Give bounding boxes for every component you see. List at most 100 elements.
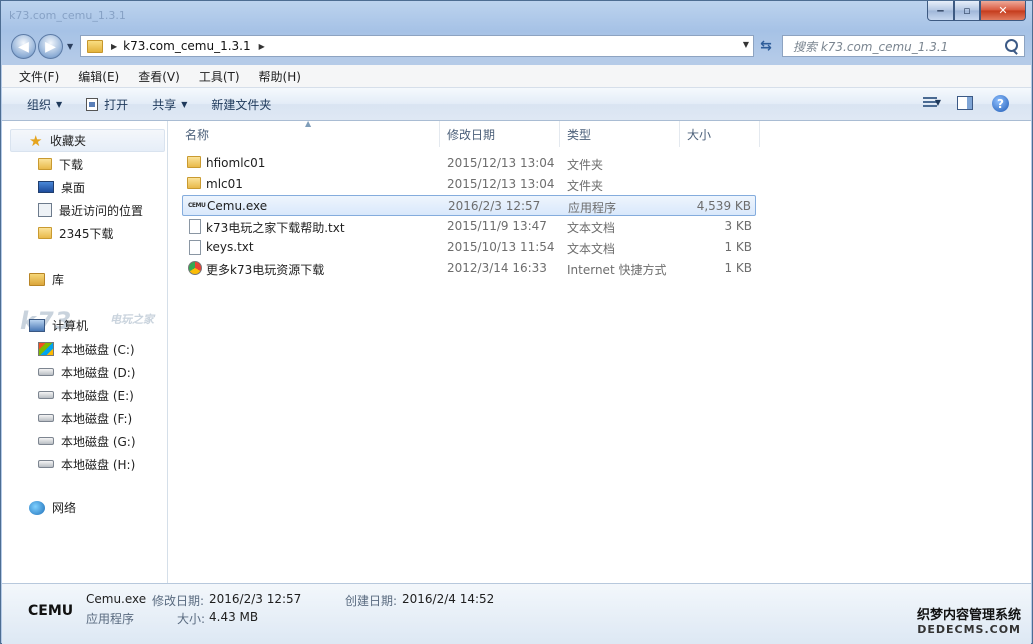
file-row[interactable]: k73电玩之家下载帮助.txt 2015/11/9 13:47 文本文档 3 K… xyxy=(182,216,756,237)
file-date: 2015/10/13 11:54 xyxy=(447,240,555,254)
file-type: 应用程序 xyxy=(568,201,617,215)
column-header-name[interactable]: 名称 xyxy=(178,121,440,147)
system-drive-icon xyxy=(38,342,54,356)
nav-item-downloads[interactable]: 下载 xyxy=(38,154,83,174)
cemu-logo-icon: CEMU xyxy=(28,603,74,619)
menu-tools[interactable]: 工具(T) xyxy=(185,68,245,85)
libraries-label: 库 xyxy=(52,273,65,287)
column-header-size[interactable]: 大小 xyxy=(680,121,760,147)
cemu-exe-icon: CEMU xyxy=(188,202,206,209)
recent-places-icon xyxy=(38,203,52,217)
search-input[interactable] xyxy=(791,39,995,55)
breadcrumb-current[interactable]: k73.com_cemu_1.3.1 xyxy=(123,39,250,53)
menu-bar: 文件(F) 编辑(E) 查看(V) 工具(T) 帮助(H) xyxy=(2,65,1031,88)
library-icon xyxy=(29,273,45,286)
file-name: hfiomlc01 xyxy=(206,156,266,170)
folder-icon xyxy=(187,177,201,189)
menu-help[interactable]: 帮助(H) xyxy=(245,68,306,85)
hard-drive-icon xyxy=(38,368,54,376)
column-header-type[interactable]: 类型 xyxy=(560,121,680,147)
folder-icon xyxy=(187,156,201,168)
new-folder-button[interactable]: 新建文件夹 xyxy=(211,96,271,113)
organize-label: 组织 xyxy=(27,97,52,112)
view-options-caret-icon[interactable]: ▼ xyxy=(935,98,941,107)
forward-button[interactable]: ▶ xyxy=(38,34,63,59)
breadcrumb-separator-icon[interactable]: ▶ xyxy=(111,42,117,51)
file-row-selected[interactable]: CEMU Cemu.exe 2016/2/3 12:57 应用程序 4,539 … xyxy=(182,195,756,216)
nav-item-desktop[interactable]: 桌面 xyxy=(38,177,85,197)
menu-edit[interactable]: 编辑(E) xyxy=(64,68,124,85)
network-icon xyxy=(29,500,45,515)
file-name: Cemu.exe xyxy=(207,199,268,213)
nav-item-drive-d[interactable]: 本地磁盘 (D:) xyxy=(38,362,135,382)
nav-item-drive-f[interactable]: 本地磁盘 (F:) xyxy=(38,408,132,428)
menu-view[interactable]: 查看(V) xyxy=(124,68,185,85)
nav-item-label: 本地磁盘 (G:) xyxy=(61,434,136,449)
caption-buttons: ‒ ▫ ✕ xyxy=(927,1,1026,21)
file-row[interactable]: mlc01 2015/12/13 13:04 文件夹 xyxy=(182,174,756,195)
caret-down-icon: ▼ xyxy=(56,99,63,109)
refresh-button[interactable]: ⇆ xyxy=(755,36,777,56)
dedecms-watermark-line2: DEDECMS.COM xyxy=(917,623,1021,636)
nav-item-label: 本地磁盘 (D:) xyxy=(61,365,136,380)
column-headers: ▲ 名称 修改日期 类型 大小 xyxy=(168,119,1031,147)
favorites-header[interactable]: ★ 收藏夹 xyxy=(10,129,165,152)
file-date: 2015/12/13 13:04 xyxy=(447,177,555,191)
folder-icon xyxy=(38,227,52,239)
details-pane: CEMU Cemu.exe 修改日期: 2016/2/3 12:57 创建日期:… xyxy=(2,583,1031,644)
file-row[interactable]: 更多k73电玩资源下载 2012/3/14 16:33 Internet 快捷方… xyxy=(182,258,756,279)
recent-pages-dropdown[interactable]: ▼ xyxy=(67,42,73,51)
file-row[interactable]: keys.txt 2015/10/13 11:54 文本文档 1 KB xyxy=(182,237,756,258)
dedecms-watermark: 织梦内容管理系统 DEDECMS.COM xyxy=(917,609,1021,637)
hard-drive-icon xyxy=(38,460,54,468)
text-file-icon xyxy=(189,219,201,234)
arrow-right-icon: ▶ xyxy=(45,38,56,55)
column-header-date[interactable]: 修改日期 xyxy=(440,121,560,147)
nav-item-2345-downloads[interactable]: 2345下载 xyxy=(38,223,114,243)
menu-file[interactable]: 文件(F) xyxy=(2,68,64,85)
nav-item-libraries[interactable]: 库 xyxy=(29,271,64,288)
k73-watermark-tagline: 电玩之家 xyxy=(110,313,154,326)
nav-item-label: 2345下载 xyxy=(59,226,114,241)
nav-item-label: 本地磁盘 (H:) xyxy=(61,457,136,472)
hard-drive-icon xyxy=(38,391,54,399)
search-icon[interactable] xyxy=(1005,39,1018,52)
minimize-button[interactable]: ‒ xyxy=(927,1,954,21)
address-bar[interactable]: ▶ k73.com_cemu_1.3.1 ▶ ▼ xyxy=(80,35,754,57)
help-icon[interactable]: ? xyxy=(992,95,1009,112)
preview-pane-icon[interactable] xyxy=(957,96,973,110)
close-button[interactable]: ✕ xyxy=(980,1,1026,21)
column-date-label: 修改日期 xyxy=(447,127,496,142)
file-size: 3 KB xyxy=(724,219,752,233)
nav-item-computer[interactable]: 计算机 xyxy=(29,317,88,334)
search-box[interactable] xyxy=(782,35,1025,57)
open-button[interactable]: 打开 xyxy=(86,96,128,113)
navigation-row: ◀ ▶ ▼ ▶ k73.com_cemu_1.3.1 ▶ ▼ ⇆ xyxy=(7,34,1027,60)
refresh-icon: ⇆ xyxy=(760,38,772,54)
detail-created-value: 2016/2/4 14:52 xyxy=(402,592,495,606)
nav-item-drive-g[interactable]: 本地磁盘 (G:) xyxy=(38,431,136,451)
favorites-label: 收藏夹 xyxy=(50,134,87,148)
nav-item-drive-e[interactable]: 本地磁盘 (E:) xyxy=(38,385,134,405)
file-type: 文本文档 xyxy=(567,221,616,235)
breadcrumb-chevron-icon[interactable]: ▶ xyxy=(259,42,265,51)
file-date: 2015/11/9 13:47 xyxy=(447,219,547,233)
address-dropdown-icon[interactable]: ▼ xyxy=(743,40,749,49)
file-size: 1 KB xyxy=(724,240,752,254)
nav-item-recent-places[interactable]: 最近访问的位置 xyxy=(38,200,143,220)
nav-item-drive-h[interactable]: 本地磁盘 (H:) xyxy=(38,454,135,474)
nav-item-network[interactable]: 网络 xyxy=(29,499,76,516)
open-label: 打开 xyxy=(104,97,129,112)
nav-item-drive-c[interactable]: 本地磁盘 (C:) xyxy=(38,339,135,359)
command-bar: 组织 ▼ 打开 共享 ▼ 新建文件夹 ▼ ? xyxy=(2,88,1031,121)
internet-shortcut-icon xyxy=(188,261,202,275)
maximize-button[interactable]: ▫ xyxy=(954,1,980,21)
organize-button[interactable]: 组织 ▼ xyxy=(27,96,62,113)
desktop-icon xyxy=(38,181,54,193)
detail-type-value: 应用程序 xyxy=(86,612,135,626)
file-row[interactable]: hfiomlc01 2015/12/13 13:04 文件夹 xyxy=(182,153,756,174)
back-button[interactable]: ◀ xyxy=(11,34,36,59)
share-button[interactable]: 共享 ▼ xyxy=(152,96,187,113)
text-file-icon xyxy=(189,240,201,255)
share-label: 共享 xyxy=(152,97,177,112)
